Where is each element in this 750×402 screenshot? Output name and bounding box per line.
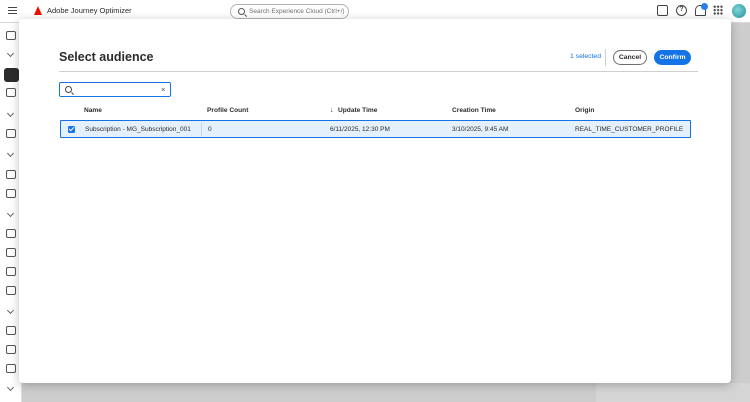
chevron-down-icon[interactable]: [6, 109, 15, 118]
sort-descending-icon[interactable]: ↓: [330, 107, 334, 114]
table-icon[interactable]: [6, 248, 16, 257]
folder-icon[interactable]: [6, 286, 16, 295]
avatar[interactable]: [732, 4, 746, 18]
chat-icon[interactable]: [657, 5, 668, 16]
help-icon[interactable]: ?: [676, 5, 687, 16]
audience-icon[interactable]: [6, 170, 16, 179]
apps-grid-icon[interactable]: [713, 5, 723, 15]
column-header-name[interactable]: Name: [84, 107, 102, 114]
notification-badge: [701, 3, 708, 10]
divider: [201, 122, 202, 136]
chevron-down-icon[interactable]: [6, 306, 15, 315]
cell-origin: REAL_TIME_CUSTOMER_PROFILE: [575, 126, 684, 133]
connection-icon[interactable]: [6, 345, 16, 354]
audience-search-input[interactable]: [76, 84, 156, 95]
chevron-down-icon[interactable]: [6, 49, 15, 58]
home-icon[interactable]: [6, 31, 16, 40]
app-title[interactable]: Adobe Journey Optimizer: [47, 6, 132, 15]
cell-update-time: 6/11/2025, 12:30 PM: [330, 126, 390, 133]
divider: [605, 49, 606, 66]
cancel-button[interactable]: Cancel: [613, 50, 647, 65]
column-header-update-time[interactable]: Update Time: [338, 107, 377, 114]
column-header-creation-time[interactable]: Creation Time: [452, 107, 496, 114]
content-icon[interactable]: [6, 129, 16, 138]
dialog-title: Select audience: [59, 50, 154, 64]
rail-active-item[interactable]: [4, 68, 19, 82]
row-checkbox[interactable]: [68, 125, 75, 133]
column-header-profile-count[interactable]: Profile Count: [207, 107, 248, 114]
column-header-origin[interactable]: Origin: [575, 107, 594, 114]
chart-icon[interactable]: [6, 267, 16, 276]
selected-count[interactable]: 1 selected: [570, 53, 601, 60]
hamburger-icon[interactable]: [8, 7, 17, 14]
database-icon[interactable]: [6, 326, 16, 335]
table-row[interactable]: Subscription - MG_Subscription_001 0 6/1…: [60, 120, 691, 138]
campaign-icon[interactable]: [6, 189, 16, 198]
divider: [59, 71, 698, 72]
chevron-down-icon[interactable]: [6, 383, 15, 392]
cell-profile-count: 0: [208, 126, 212, 133]
cell-name: Subscription - MG_Subscription_001: [85, 126, 191, 133]
journey-icon[interactable]: [6, 88, 16, 97]
search-icon: [238, 7, 245, 15]
chevron-down-icon[interactable]: [6, 149, 15, 158]
audience-search-field[interactable]: ×: [59, 82, 171, 97]
clear-icon[interactable]: ×: [161, 85, 165, 94]
select-audience-dialog: Select audience 1 selected Cancel Confir…: [19, 19, 731, 383]
data-icon[interactable]: [6, 229, 16, 238]
search-icon: [65, 86, 72, 93]
global-search-placeholder: Search Experience Cloud (Ctrl+/): [249, 7, 345, 15]
adobe-logo-icon: [34, 6, 42, 15]
cell-creation-time: 3/10/2025, 9:45 AM: [452, 126, 509, 133]
confirm-button[interactable]: Confirm: [654, 50, 691, 65]
chevron-down-icon[interactable]: [6, 209, 15, 218]
global-search-input[interactable]: Search Experience Cloud (Ctrl+/): [230, 4, 349, 19]
monitor-icon[interactable]: [6, 364, 16, 373]
